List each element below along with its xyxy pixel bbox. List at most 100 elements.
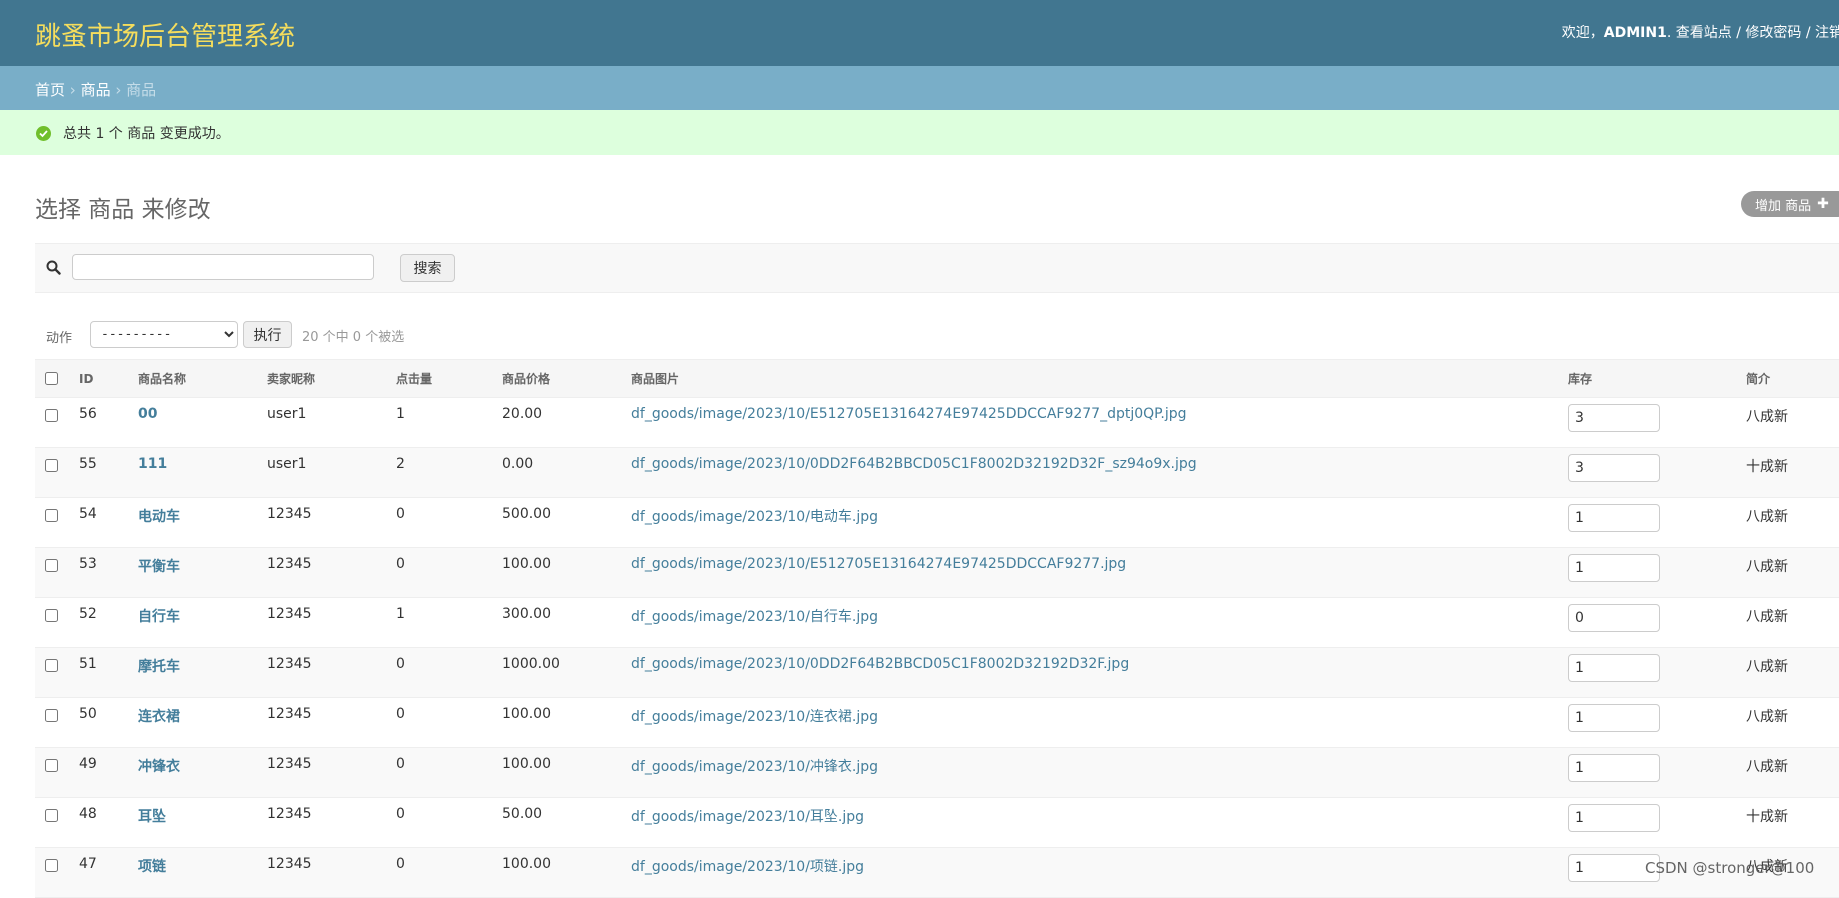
cell-price: 20.00 [494, 397, 623, 448]
success-message: 总共 1 个 商品 变更成功。 [0, 110, 1839, 155]
row-checkbox[interactable] [45, 559, 58, 572]
select-all-checkbox[interactable] [45, 372, 58, 385]
action-select[interactable]: --------- [90, 321, 238, 348]
search-toolbar: 搜索 [35, 243, 1839, 293]
cell-seller: user1 [259, 397, 388, 448]
change-password-link[interactable]: 修改密码 [1745, 25, 1801, 41]
column-header-name[interactable]: 商品名称 [130, 359, 259, 398]
column-header-clicks[interactable]: 点击量 [388, 359, 494, 398]
row-checkbox[interactable] [45, 859, 58, 872]
row-select-cell [35, 597, 71, 648]
table-row: 51 摩托车 12345 0 1000.00 df_goods/image/2023/10… [35, 647, 1839, 698]
view-site-link[interactable]: 查看站点 [1676, 25, 1732, 41]
logout-link[interactable]: 注销 [1815, 25, 1839, 41]
user-tools: 欢迎，ADMIN1. 查看站点 / 修改密码 / 注销 [1562, 22, 1839, 42]
table-row: 48 耳坠 12345 0 50.00 df_goods/image/2023/10/耳坠… [35, 797, 1839, 848]
cell-seller: 12345 [259, 847, 388, 898]
stock-input[interactable] [1568, 504, 1660, 532]
image-link[interactable]: df_goods/image/2023/10/自行车.jpg [631, 609, 878, 625]
cell-seller: 12345 [259, 797, 388, 848]
row-checkbox[interactable] [45, 659, 58, 672]
goods-name-link[interactable]: 项链 [138, 859, 166, 875]
cell-desc: 八成新 [1738, 597, 1839, 648]
row-checkbox[interactable] [45, 709, 58, 722]
stock-input[interactable] [1568, 404, 1660, 432]
cell-clicks: 0 [388, 647, 494, 698]
image-link[interactable]: df_goods/image/2023/10/电动车.jpg [631, 509, 878, 525]
image-link[interactable]: df_goods/image/2023/10/连衣裙.jpg [631, 709, 878, 725]
goods-name-link[interactable]: 耳坠 [138, 809, 166, 825]
column-header-stock[interactable]: 库存 [1560, 359, 1738, 398]
run-action-button[interactable]: 执行 [243, 321, 292, 348]
row-select-cell [35, 647, 71, 698]
search-icon [46, 260, 61, 275]
image-link[interactable]: df_goods/image/2023/10/0DD2F64B2BBCD05C1… [631, 656, 1129, 672]
column-header-id[interactable]: ID [71, 359, 130, 398]
goods-name-link[interactable]: 平衡车 [138, 559, 180, 575]
cell-desc: 十成新 [1738, 797, 1839, 848]
cell-id: 56 [71, 397, 130, 448]
goods-name-link[interactable]: 摩托车 [138, 659, 180, 675]
cell-stock [1560, 697, 1738, 748]
search-input[interactable] [72, 254, 374, 280]
cell-clicks: 0 [388, 697, 494, 748]
column-header-desc[interactable]: 简介 [1738, 359, 1839, 398]
search-button[interactable]: 搜索 [400, 254, 455, 282]
cell-stock [1560, 447, 1738, 498]
cell-id: 48 [71, 797, 130, 848]
row-checkbox[interactable] [45, 809, 58, 822]
results-body: 56 00 user1 1 20.00 df_goods/image/2023/10/E5… [35, 397, 1839, 898]
breadcrumb-app[interactable]: 商品 [81, 81, 111, 99]
goods-name-link[interactable]: 自行车 [138, 609, 180, 625]
stock-input[interactable] [1568, 604, 1660, 632]
cell-seller: 12345 [259, 647, 388, 698]
breadcrumb-home[interactable]: 首页 [35, 81, 65, 99]
cell-id: 52 [71, 597, 130, 648]
stock-input[interactable] [1568, 454, 1660, 482]
row-checkbox[interactable] [45, 459, 58, 472]
image-link[interactable]: df_goods/image/2023/10/E512705E13164274E… [631, 406, 1187, 422]
cell-image: df_goods/image/2023/10/E512705E13164274E… [623, 547, 1560, 598]
stock-input[interactable] [1568, 804, 1660, 832]
goods-name-link[interactable]: 冲锋衣 [138, 759, 180, 775]
add-goods-button[interactable]: 增加 商品 ✚ [1741, 191, 1839, 217]
goods-name-link[interactable]: 00 [138, 406, 157, 422]
cell-seller: 12345 [259, 547, 388, 598]
goods-name-link[interactable]: 电动车 [138, 509, 180, 525]
stock-input[interactable] [1568, 704, 1660, 732]
cell-id: 55 [71, 447, 130, 498]
breadcrumb: 首页 › 商品 › 商品 [0, 66, 1839, 110]
cell-image: df_goods/image/2023/10/冲锋衣.jpg [623, 747, 1560, 798]
cell-name: 耳坠 [130, 797, 259, 848]
cell-id: 50 [71, 697, 130, 748]
row-checkbox[interactable] [45, 509, 58, 522]
image-link[interactable]: df_goods/image/2023/10/项链.jpg [631, 859, 864, 875]
cell-image: df_goods/image/2023/10/E512705E13164274E… [623, 397, 1560, 448]
cell-desc: 八成新 [1738, 647, 1839, 698]
image-link[interactable]: df_goods/image/2023/10/冲锋衣.jpg [631, 759, 878, 775]
site-title[interactable]: 跳蚤市场后台管理系统 [35, 16, 295, 53]
image-link[interactable]: df_goods/image/2023/10/耳坠.jpg [631, 809, 864, 825]
table-row: 52 自行车 12345 1 300.00 df_goods/image/2023/10/… [35, 597, 1839, 648]
stock-input[interactable] [1568, 754, 1660, 782]
cell-desc: 八成新 [1738, 547, 1839, 598]
cell-price: 1000.00 [494, 647, 623, 698]
cell-clicks: 0 [388, 797, 494, 848]
goods-name-link[interactable]: 连衣裙 [138, 709, 180, 725]
goods-name-link[interactable]: 111 [138, 456, 167, 472]
column-header-price[interactable]: 商品价格 [494, 359, 623, 398]
column-header-seller[interactable]: 卖家昵称 [259, 359, 388, 398]
stock-input[interactable] [1568, 654, 1660, 682]
cell-price: 500.00 [494, 497, 623, 548]
row-checkbox[interactable] [45, 759, 58, 772]
row-checkbox[interactable] [45, 409, 58, 422]
row-checkbox[interactable] [45, 609, 58, 622]
column-header-image[interactable]: 商品图片 [623, 359, 1560, 398]
stock-input[interactable] [1568, 554, 1660, 582]
header: 跳蚤市场后台管理系统 欢迎，ADMIN1. 查看站点 / 修改密码 / 注销 [0, 0, 1839, 66]
image-link[interactable]: df_goods/image/2023/10/0DD2F64B2BBCD05C1… [631, 456, 1197, 472]
cell-price: 100.00 [494, 697, 623, 748]
cell-price: 100.00 [494, 547, 623, 598]
row-select-cell [35, 847, 71, 898]
image-link[interactable]: df_goods/image/2023/10/E512705E13164274E… [631, 556, 1126, 572]
